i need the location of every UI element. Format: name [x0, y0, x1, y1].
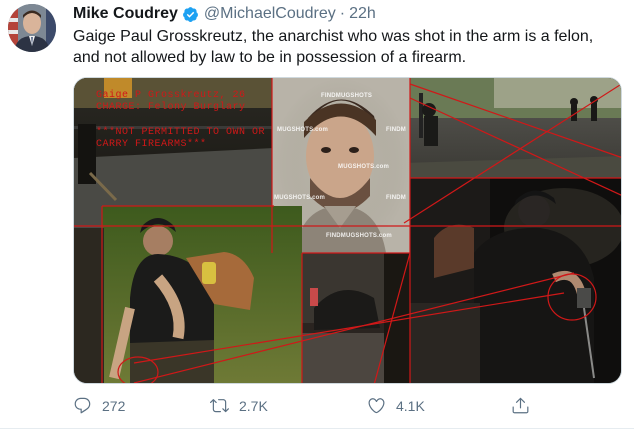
display-name[interactable]: Mike Coudrey — [73, 5, 178, 23]
reply-icon — [74, 397, 91, 414]
tweet-header: Mike Coudrey @MichaelCoudrey · 22h — [73, 4, 376, 24]
tweet-media[interactable]: Gaige P Grosskreutz, 26 CHARGE: Felony B… — [73, 77, 622, 384]
separator-dot: · — [339, 5, 346, 22]
watermark-left: MUGSHOTS.com — [277, 127, 329, 133]
retweet-button[interactable]: 2.7K — [210, 396, 268, 415]
like-icon — [368, 398, 385, 414]
user-handle[interactable]: @MichaelCoudrey — [204, 5, 336, 23]
avatar-image — [8, 4, 56, 52]
watermark-lower-left: MUGSHOTS.com — [274, 195, 326, 201]
watermark-top: FINDMUGSHOTS — [321, 93, 373, 99]
reply-button[interactable]: 272 — [73, 396, 125, 415]
retweet-count: 2.7K — [239, 397, 268, 414]
overlay-charge-text: CHARGE: Felony Burglary — [96, 102, 246, 113]
tweet-text: Gaige Paul Grosskreutz, the anarchist wh… — [73, 28, 594, 66]
like-button[interactable]: 4.1K — [367, 396, 425, 415]
reply-count: 272 — [102, 397, 126, 414]
retweet-icon — [210, 399, 229, 413]
watermark-bottom: FINDMUGSHOTS.com — [326, 233, 392, 239]
watermark-right: FINDM — [386, 127, 406, 133]
watermark-lower-right: FINDM — [386, 195, 406, 201]
avatar[interactable] — [8, 4, 56, 52]
share-icon — [512, 397, 529, 414]
overlay-warning-text-2: CARRY FIREARMS*** — [96, 139, 207, 150]
like-count: 4.1K — [396, 397, 425, 414]
tweet-actions: 272 2.7K 4.1K — [73, 396, 543, 418]
overlay-name-text: Gaige P Grosskreutz, 26 — [96, 90, 246, 101]
overlay-warning-text-1: ***NOT PERMITTED TO OWN OR — [96, 127, 266, 138]
watermark-center: MUGSHOTS.com — [338, 164, 390, 170]
tweet-timestamp[interactable]: 22h — [349, 5, 376, 23]
media-collage-image — [74, 78, 621, 383]
verified-badge-icon — [182, 6, 199, 23]
share-button[interactable] — [511, 396, 540, 415]
